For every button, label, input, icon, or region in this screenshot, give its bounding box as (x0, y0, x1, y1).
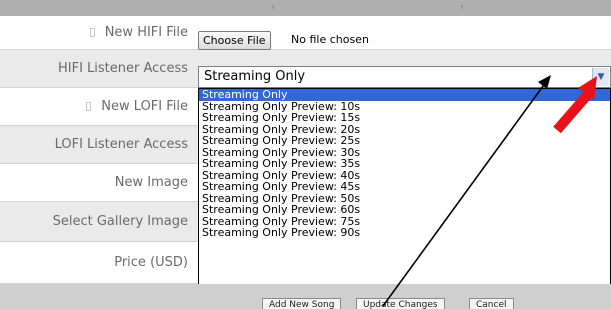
dropdown-option[interactable]: Streaming Only Preview: 45s (199, 181, 610, 193)
label-row-lofi-listener-access: LOFI Listener Access (0, 126, 192, 164)
cancel-button[interactable]: Cancel (469, 298, 514, 309)
update-changes-button[interactable]: Update Changes (356, 298, 445, 309)
chevron-down-icon[interactable]: ▼ (592, 68, 609, 86)
required-marker-icon (89, 28, 95, 37)
dropdown-option[interactable]: Streaming Only Preview: 25s (199, 135, 610, 147)
dropdown-option[interactable]: Streaming Only Preview: 15s (199, 112, 610, 124)
choose-file-button[interactable]: Choose File (198, 31, 271, 50)
label-row-new-lofi-file: New LOFI File (0, 88, 192, 126)
row-label: New Image (114, 175, 188, 190)
row-label: LOFI Listener Access (54, 137, 188, 152)
row-label: HIFI Listener Access (58, 61, 188, 76)
select-value: Streaming Only (204, 69, 306, 84)
label-row-new-image: New Image (0, 164, 192, 202)
dropdown-option[interactable]: Streaming Only (199, 89, 610, 101)
row-label: New HIFI File (104, 25, 188, 40)
row-label: New LOFI File (101, 99, 188, 114)
label-row-select-gallery-image: Select Gallery Image (0, 202, 192, 242)
file-status-text: No file chosen (291, 33, 369, 46)
dropdown-option[interactable]: Streaming Only Preview: 90s (199, 227, 610, 239)
row-label: Select Gallery Image (52, 214, 188, 229)
dropdown-option[interactable]: Streaming Only Preview: 35s (199, 158, 610, 170)
dropdown-option[interactable]: Streaming Only Preview: 60s (199, 204, 610, 216)
hifi-access-select[interactable]: Streaming Only ▼ (198, 66, 611, 88)
divider-mark (461, 5, 463, 9)
add-new-song-button[interactable]: Add New Song (262, 298, 342, 309)
required-marker-icon (86, 102, 92, 111)
top-bar (0, 0, 611, 16)
divider-mark (272, 5, 274, 9)
row-label: Price (USD) (114, 255, 188, 270)
label-row-hifi-listener-access: HIFI Listener Access (0, 50, 192, 88)
hifi-access-dropdown-list: Streaming Only Streaming Only Preview: 1… (198, 88, 611, 298)
field-row-new-hifi-file: Choose File No file chosen (192, 16, 611, 50)
form-labels: New HIFI File HIFI Listener Access New L… (0, 16, 192, 284)
label-row-price: Price (USD) (0, 242, 192, 284)
label-row-new-hifi-file: New HIFI File (0, 16, 192, 50)
form-footer: Add New Song Update Changes Cancel (0, 284, 611, 309)
